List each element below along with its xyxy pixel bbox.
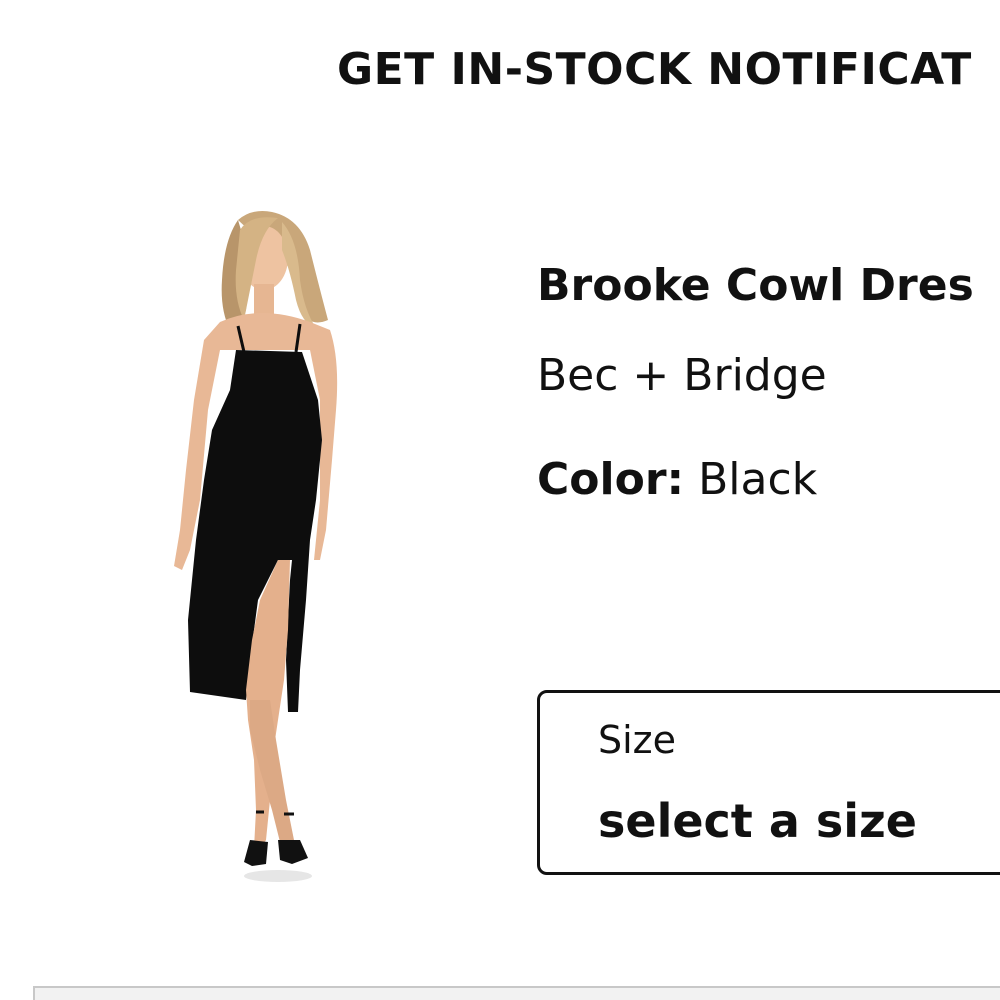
size-select-value[interactable]: select a size <box>598 793 917 849</box>
product-image <box>174 211 338 882</box>
product-color: Color: Black <box>537 452 817 508</box>
color-value: Black <box>698 454 818 505</box>
modal-title: GET IN-STOCK NOTIFICAT <box>337 44 972 95</box>
color-label: Color: <box>537 454 685 505</box>
size-select[interactable]: Size select a size <box>537 690 1000 875</box>
product-name: Brooke Cowl Dres <box>537 260 974 311</box>
bottom-input-bar[interactable] <box>33 986 1000 1000</box>
in-stock-notification-page: GET IN-STOCK NOTIFICAT Brooke Cowl Dres … <box>0 0 1000 1000</box>
product-brand[interactable]: Bec + Bridge <box>537 348 827 404</box>
size-label: Size <box>598 718 677 762</box>
